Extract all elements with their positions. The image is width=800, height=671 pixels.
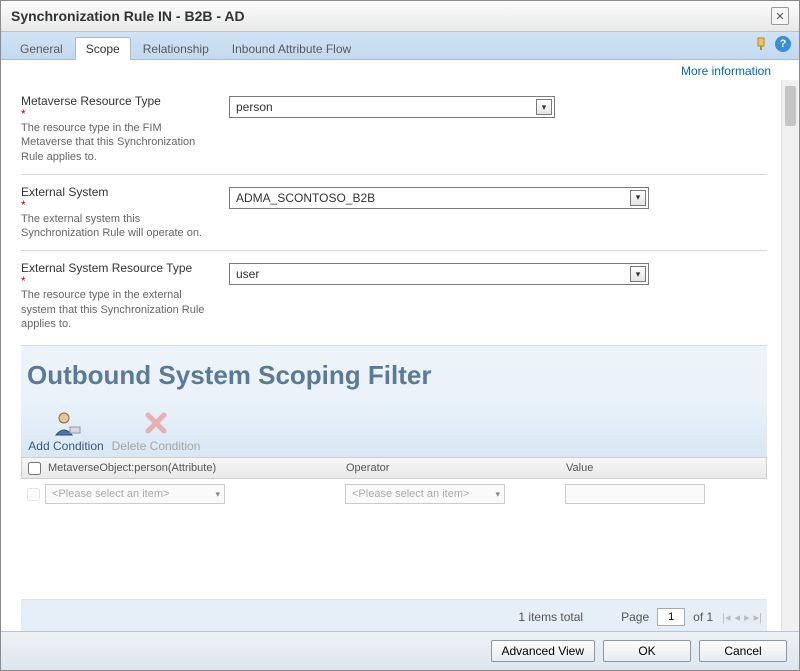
pager-last-icon[interactable]: ▸|	[753, 611, 763, 624]
field-label: External System	[21, 185, 211, 199]
section-title: Outbound System Scoping Filter	[21, 346, 767, 401]
metaverse-resource-type-select[interactable]: person ▾	[229, 96, 555, 118]
field-description: The resource type in the external system…	[21, 288, 211, 331]
tool-label: Delete Condition	[112, 439, 201, 453]
field-label-block: External System Resource Type * The reso…	[21, 261, 211, 331]
person-add-icon	[50, 409, 82, 437]
items-total-label: 1 items total	[518, 610, 583, 624]
attribute-cell: <Please select an item> ▾	[45, 484, 345, 504]
chevron-down-icon: ▾	[215, 489, 220, 500]
value-input[interactable]	[565, 484, 705, 504]
pin-icon[interactable]	[753, 36, 769, 52]
close-button[interactable]: ✕	[771, 7, 789, 25]
tab-general[interactable]: General	[9, 37, 74, 60]
field-label-block: Metaverse Resource Type * The resource t…	[21, 94, 211, 164]
pager-nav: |◂ ◂ ▸ ▸|	[721, 611, 763, 624]
operator-select[interactable]: <Please select an item> ▾	[345, 484, 505, 504]
required-marker: *	[21, 109, 211, 119]
tab-relationship[interactable]: Relationship	[132, 37, 220, 60]
external-system-select[interactable]: ADMA_SCONTOSO_B2B ▾	[229, 187, 649, 209]
field-external-system: External System * The external system th…	[21, 175, 767, 252]
filter-grid-header: MetaverseObject:person(Attribute) Operat…	[21, 457, 767, 479]
header-checkbox-cell	[22, 462, 46, 475]
cancel-button[interactable]: Cancel	[699, 640, 787, 662]
content-wrapper: Metaverse Resource Type * The resource t…	[1, 80, 799, 631]
chevron-down-icon: ▾	[630, 266, 646, 282]
field-label: External System Resource Type	[21, 261, 211, 275]
pager-prev-icon[interactable]: ◂	[734, 611, 742, 624]
value-cell	[565, 484, 767, 504]
field-input-area: ADMA_SCONTOSO_B2B ▾	[229, 185, 649, 241]
more-info-row: More information	[1, 60, 799, 80]
row-checkbox	[27, 488, 40, 501]
field-label-block: External System * The external system th…	[21, 185, 211, 241]
select-value: ADMA_SCONTOSO_B2B	[236, 191, 375, 205]
more-information-link[interactable]: More information	[681, 64, 771, 78]
help-icon[interactable]: ?	[775, 36, 791, 52]
pager-first-icon[interactable]: |◂	[721, 611, 731, 624]
operator-cell: <Please select an item> ▾	[345, 484, 565, 504]
tab-bar: General Scope Relationship Inbound Attri…	[1, 32, 799, 60]
select-value: person	[236, 100, 273, 114]
page-number-input[interactable]	[657, 608, 685, 626]
field-input-area: person ▾	[229, 94, 649, 164]
dialog-window: Synchronization Rule IN - B2B - AD ✕ Gen…	[0, 0, 800, 671]
field-input-area: user ▾	[229, 261, 649, 331]
chevron-down-icon: ▾	[630, 190, 646, 206]
dialog-title: Synchronization Rule IN - B2B - AD	[11, 8, 245, 24]
column-header-value: Value	[566, 462, 766, 474]
scoping-filter-section: Outbound System Scoping Filter Add Condi…	[21, 345, 767, 631]
chevron-down-icon: ▾	[495, 489, 500, 500]
title-bar: Synchronization Rule IN - B2B - AD ✕	[1, 1, 799, 32]
filter-toolbar: Add Condition Delete Condition	[21, 401, 767, 457]
grid-pager: 1 items total Page of 1 |◂ ◂ ▸ ▸|	[21, 599, 767, 631]
scrollbar-thumb[interactable]	[785, 86, 796, 126]
page-label: Page	[621, 610, 649, 624]
pager-next-icon[interactable]: ▸	[743, 611, 751, 624]
delete-condition-button: Delete Condition	[111, 409, 201, 453]
attribute-select[interactable]: <Please select an item> ▾	[45, 484, 225, 504]
select-placeholder: <Please select an item>	[52, 488, 169, 500]
field-external-system-resource-type: External System Resource Type * The reso…	[21, 251, 767, 341]
required-marker: *	[21, 276, 211, 286]
delete-x-icon	[140, 409, 172, 437]
tab-scope[interactable]: Scope	[75, 37, 131, 60]
column-header-operator: Operator	[346, 462, 566, 474]
advanced-view-button[interactable]: Advanced View	[491, 640, 596, 662]
field-metaverse-resource-type: Metaverse Resource Type * The resource t…	[21, 84, 767, 175]
select-all-checkbox[interactable]	[28, 462, 41, 475]
field-description: The resource type in the FIM Metaverse t…	[21, 121, 211, 164]
row-checkbox-cell	[21, 488, 45, 501]
vertical-scrollbar[interactable]	[781, 80, 799, 631]
tab-inbound-attribute-flow[interactable]: Inbound Attribute Flow	[221, 37, 362, 60]
field-description: The external system this Synchronization…	[21, 212, 211, 241]
external-system-resource-type-select[interactable]: user ▾	[229, 263, 649, 285]
tool-label: Add Condition	[28, 439, 103, 453]
filter-grid-body: <Please select an item> ▾ <Please select…	[21, 479, 767, 599]
page-of-label: of 1	[693, 610, 713, 624]
add-condition-button[interactable]: Add Condition	[21, 409, 111, 453]
tabbar-actions: ?	[753, 36, 791, 52]
select-value: user	[236, 267, 259, 281]
required-marker: *	[21, 200, 211, 210]
close-icon: ✕	[775, 10, 784, 23]
ok-button[interactable]: OK	[603, 640, 691, 662]
scrollable-content: Metaverse Resource Type * The resource t…	[1, 80, 781, 631]
field-label: Metaverse Resource Type	[21, 94, 211, 108]
dialog-footer: Advanced View OK Cancel	[1, 631, 799, 670]
select-placeholder: <Please select an item>	[352, 488, 469, 500]
filter-grid-row: <Please select an item> ▾ <Please select…	[21, 479, 767, 505]
column-header-attribute: MetaverseObject:person(Attribute)	[46, 462, 346, 474]
chevron-down-icon: ▾	[536, 99, 552, 115]
